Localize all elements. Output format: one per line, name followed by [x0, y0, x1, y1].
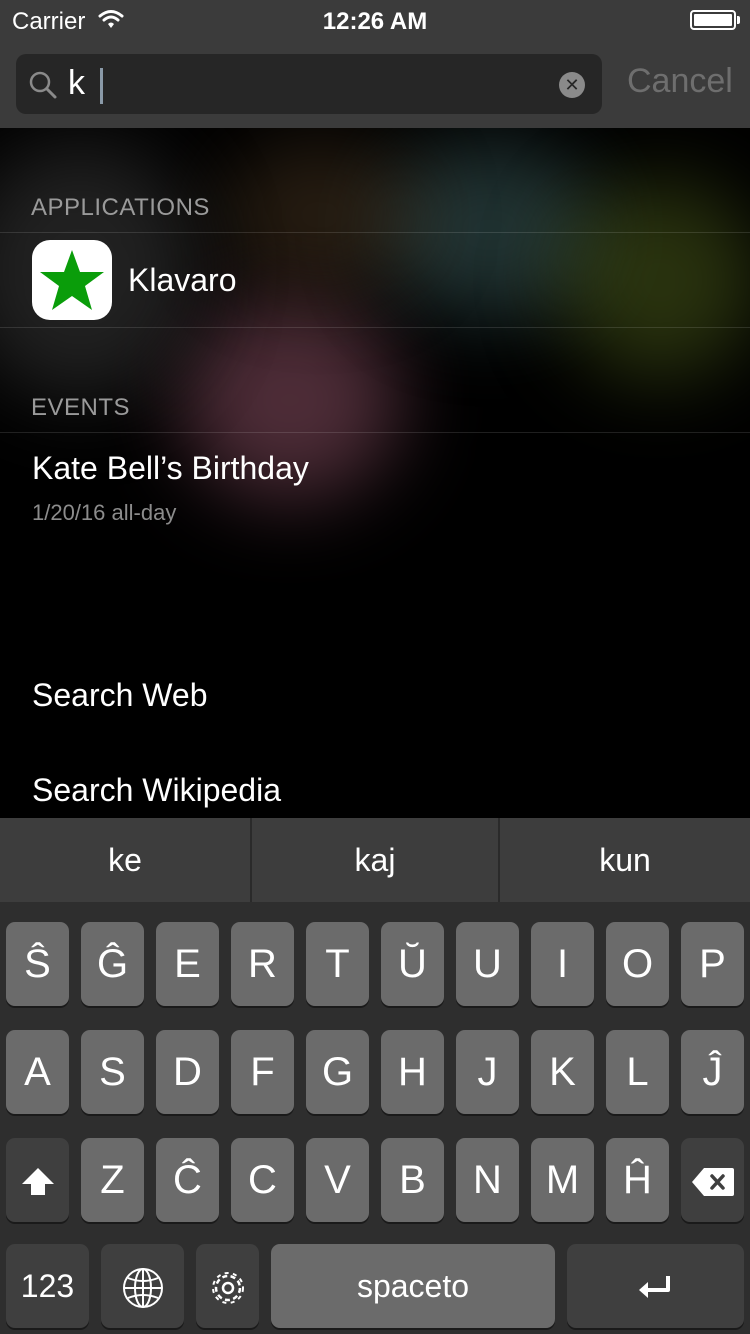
gear-icon [211, 1272, 244, 1305]
key[interactable]: C [231, 1138, 294, 1222]
key[interactable]: G [306, 1030, 369, 1114]
key[interactable]: J [456, 1030, 519, 1114]
key[interactable]: O [606, 922, 669, 1006]
key[interactable]: D [156, 1030, 219, 1114]
key[interactable]: R [231, 922, 294, 1006]
key[interactable]: Ĝ [81, 922, 144, 1006]
key[interactable]: M [531, 1138, 594, 1222]
search-query: k [68, 64, 85, 102]
search-input[interactable]: k ✕ [16, 54, 602, 114]
shift-key[interactable] [6, 1138, 69, 1222]
globe-icon [122, 1268, 163, 1309]
klavaro-app-icon [32, 240, 112, 320]
search-wikipedia-row[interactable]: Search Wikipedia [32, 772, 281, 809]
text-caret [100, 68, 103, 104]
section-header-applications: APPLICATIONS [31, 194, 210, 221]
shift-icon [21, 1168, 54, 1196]
key[interactable]: N [456, 1138, 519, 1222]
key[interactable]: Ŭ [381, 922, 444, 1006]
key[interactable]: L [606, 1030, 669, 1114]
key[interactable]: Ĵ [681, 1030, 744, 1114]
key[interactable]: Ĉ [156, 1138, 219, 1222]
clear-icon[interactable]: ✕ [559, 72, 585, 98]
bg-glow [220, 140, 420, 290]
key[interactable]: H [381, 1030, 444, 1114]
return-key[interactable] [567, 1244, 744, 1328]
search-header: k ✕ Cancel [0, 40, 750, 128]
return-icon [638, 1276, 670, 1299]
battery-nub [737, 16, 740, 24]
suggestion-item[interactable]: kaj [252, 818, 498, 902]
divider [0, 432, 750, 433]
key[interactable]: Z [81, 1138, 144, 1222]
suggestion-item[interactable]: kun [500, 818, 750, 902]
key[interactable]: Ŝ [6, 922, 69, 1006]
key[interactable]: Ĥ [606, 1138, 669, 1222]
key[interactable]: T [306, 922, 369, 1006]
key[interactable]: I [531, 922, 594, 1006]
key[interactable]: B [381, 1138, 444, 1222]
key[interactable]: K [531, 1030, 594, 1114]
cancel-button[interactable]: Cancel [627, 62, 733, 101]
globe-key[interactable] [101, 1244, 184, 1328]
status-time: 12:26 AM [322, 8, 428, 35]
delete-key[interactable] [681, 1138, 744, 1222]
search-web-row[interactable]: Search Web [32, 677, 208, 714]
suggestion-bar: ke kaj kun [0, 818, 750, 902]
key[interactable]: P [681, 922, 744, 1006]
search-icon [28, 70, 58, 105]
event-date: 1/20/16 all-day [32, 500, 177, 525]
delete-icon [691, 1168, 734, 1197]
divider [0, 232, 750, 233]
suggestion-item[interactable]: ke [0, 818, 250, 902]
key[interactable]: A [6, 1030, 69, 1114]
divider [0, 327, 750, 328]
key[interactable]: V [306, 1138, 369, 1222]
key[interactable]: U [456, 922, 519, 1006]
bg-glow [560, 180, 750, 380]
key[interactable]: S [81, 1030, 144, 1114]
keyboard: ke kaj kun Ŝ Ĝ E R T Ŭ U I O P A S D F G… [0, 818, 750, 1334]
section-header-events: EVENTS [31, 394, 131, 421]
battery-icon [690, 10, 736, 30]
event-title: Kate Bell’s Birthday [32, 450, 309, 486]
space-key[interactable]: spaceto [271, 1244, 555, 1328]
key[interactable]: F [231, 1030, 294, 1114]
app-name: Klavaro [128, 262, 237, 298]
status-bar: Carrier 12:26 AM [0, 0, 750, 40]
key[interactable]: E [156, 922, 219, 1006]
numbers-key[interactable]: 123 [6, 1244, 89, 1328]
settings-key[interactable] [196, 1244, 259, 1328]
